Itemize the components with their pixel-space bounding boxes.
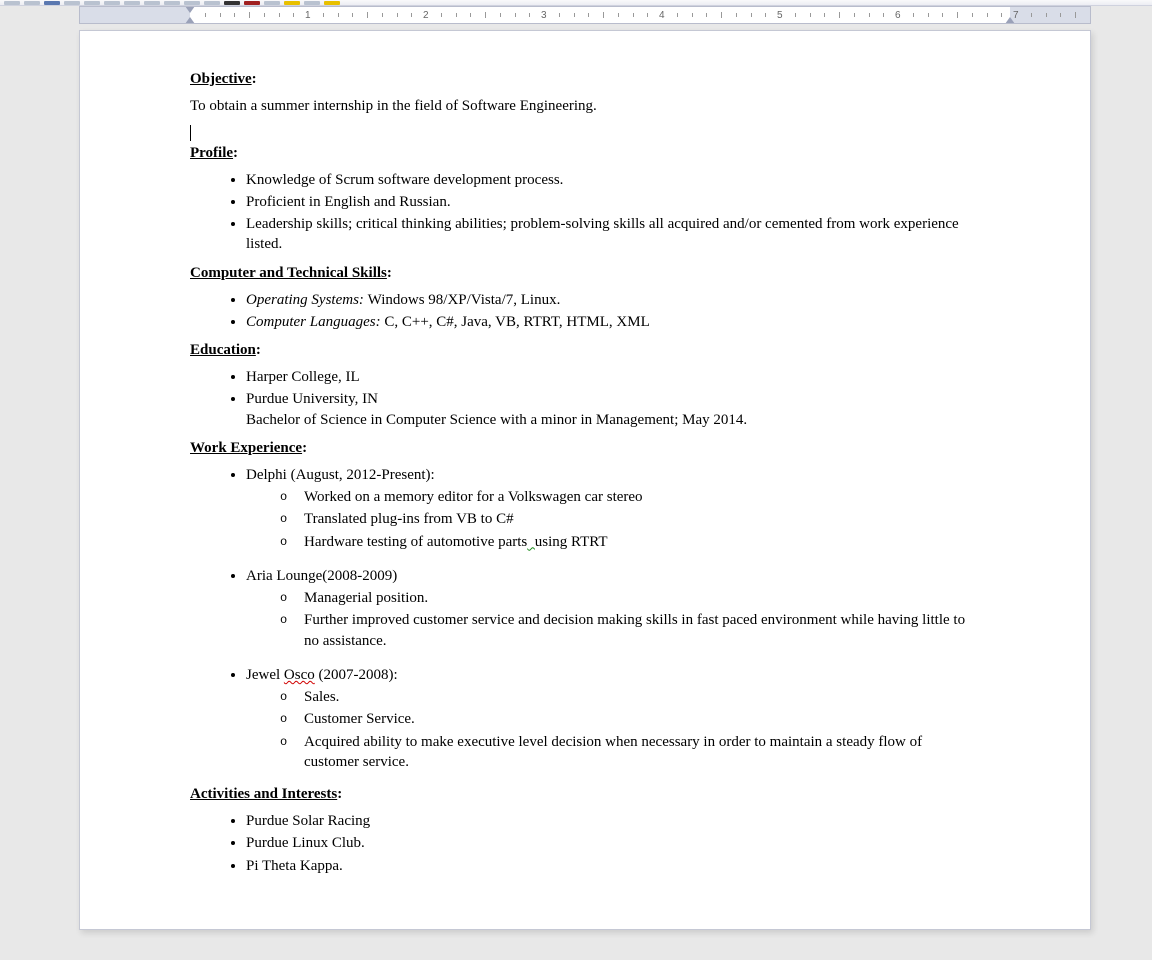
toolbar-button[interactable] bbox=[24, 1, 40, 5]
toolbar-color-yellow[interactable] bbox=[284, 1, 300, 5]
heading-work: Work Experience: bbox=[190, 440, 980, 457]
list-item: Purdue Linux Club. bbox=[246, 833, 980, 853]
list-item: Operating Systems: Windows 98/XP/Vista/7… bbox=[246, 290, 980, 310]
profile-list: Knowledge of Scrum software development … bbox=[190, 170, 980, 255]
toolbar-color-yellow[interactable] bbox=[324, 1, 340, 5]
toolbar-button[interactable] bbox=[184, 1, 200, 5]
work-detail: Translated plug-ins from VB to C# bbox=[276, 509, 980, 529]
list-item: Computer Languages: C, C++, C#, Java, VB… bbox=[246, 312, 980, 332]
text-cursor-icon bbox=[190, 125, 191, 141]
list-item: Proficient in English and Russian. bbox=[246, 192, 980, 212]
heading-activities: Activities and Interests: bbox=[190, 786, 980, 803]
list-item: Leadership skills; critical thinking abi… bbox=[246, 214, 980, 255]
list-item: Knowledge of Scrum software development … bbox=[246, 170, 980, 190]
work-detail: Further improved customer service and de… bbox=[276, 610, 980, 651]
work-item: Jewel Osco (2007-2008):Sales.Customer Se… bbox=[246, 665, 980, 772]
horizontal-ruler[interactable]: 1234567 bbox=[79, 6, 1091, 24]
heading-education: Education: bbox=[190, 342, 980, 359]
heading-profile: Profile: bbox=[190, 145, 980, 162]
work-detail: Worked on a memory editor for a Volkswag… bbox=[276, 487, 980, 507]
objective-text: To obtain a summer internship in the fie… bbox=[190, 96, 980, 116]
toolbar-button[interactable] bbox=[104, 1, 120, 5]
toolbar-button[interactable] bbox=[204, 1, 220, 5]
education-list: Harper College, ILPurdue University, INB… bbox=[190, 367, 980, 430]
work-list: Delphi (August, 2012-Present):Worked on … bbox=[190, 465, 980, 772]
work-detail: Sales. bbox=[276, 687, 980, 707]
list-item: Purdue University, INBachelor of Science… bbox=[246, 389, 980, 430]
toolbar-color-red[interactable] bbox=[244, 1, 260, 5]
toolbar-button[interactable] bbox=[224, 1, 240, 5]
toolbar-button[interactable] bbox=[124, 1, 140, 5]
work-detail: Customer Service. bbox=[276, 709, 980, 729]
work-item: Delphi (August, 2012-Present):Worked on … bbox=[246, 465, 980, 552]
heading-skills: Computer and Technical Skills: bbox=[190, 265, 980, 282]
toolbar-button[interactable] bbox=[144, 1, 160, 5]
toolbar-button[interactable] bbox=[4, 1, 20, 5]
toolbar-button[interactable] bbox=[44, 1, 60, 5]
activities-list: Purdue Solar RacingPurdue Linux Club. Pi … bbox=[190, 811, 980, 876]
skills-list: Operating Systems: Windows 98/XP/Vista/7… bbox=[190, 290, 980, 333]
list-item: Harper College, IL bbox=[246, 367, 980, 387]
text-cursor-line bbox=[190, 122, 980, 142]
list-item: Pi Theta Kappa. bbox=[246, 856, 980, 876]
toolbar-button[interactable] bbox=[164, 1, 180, 5]
list-item: Purdue Solar Racing bbox=[246, 811, 980, 831]
work-item: Aria Lounge(2008-2009)Managerial positio… bbox=[246, 566, 980, 651]
work-detail: Acquired ability to make executive level… bbox=[276, 732, 980, 773]
toolbar-button[interactable] bbox=[84, 1, 100, 5]
document-page[interactable]: Objective: To obtain a summer internship… bbox=[79, 30, 1091, 930]
toolbar-button[interactable] bbox=[304, 1, 320, 5]
work-detail: Managerial position. bbox=[276, 588, 980, 608]
work-detail: Hardware testing of automotive parts usi… bbox=[276, 532, 980, 552]
toolbar-button[interactable] bbox=[64, 1, 80, 5]
toolbar-button[interactable] bbox=[264, 1, 280, 5]
heading-objective: Objective: bbox=[190, 71, 980, 88]
